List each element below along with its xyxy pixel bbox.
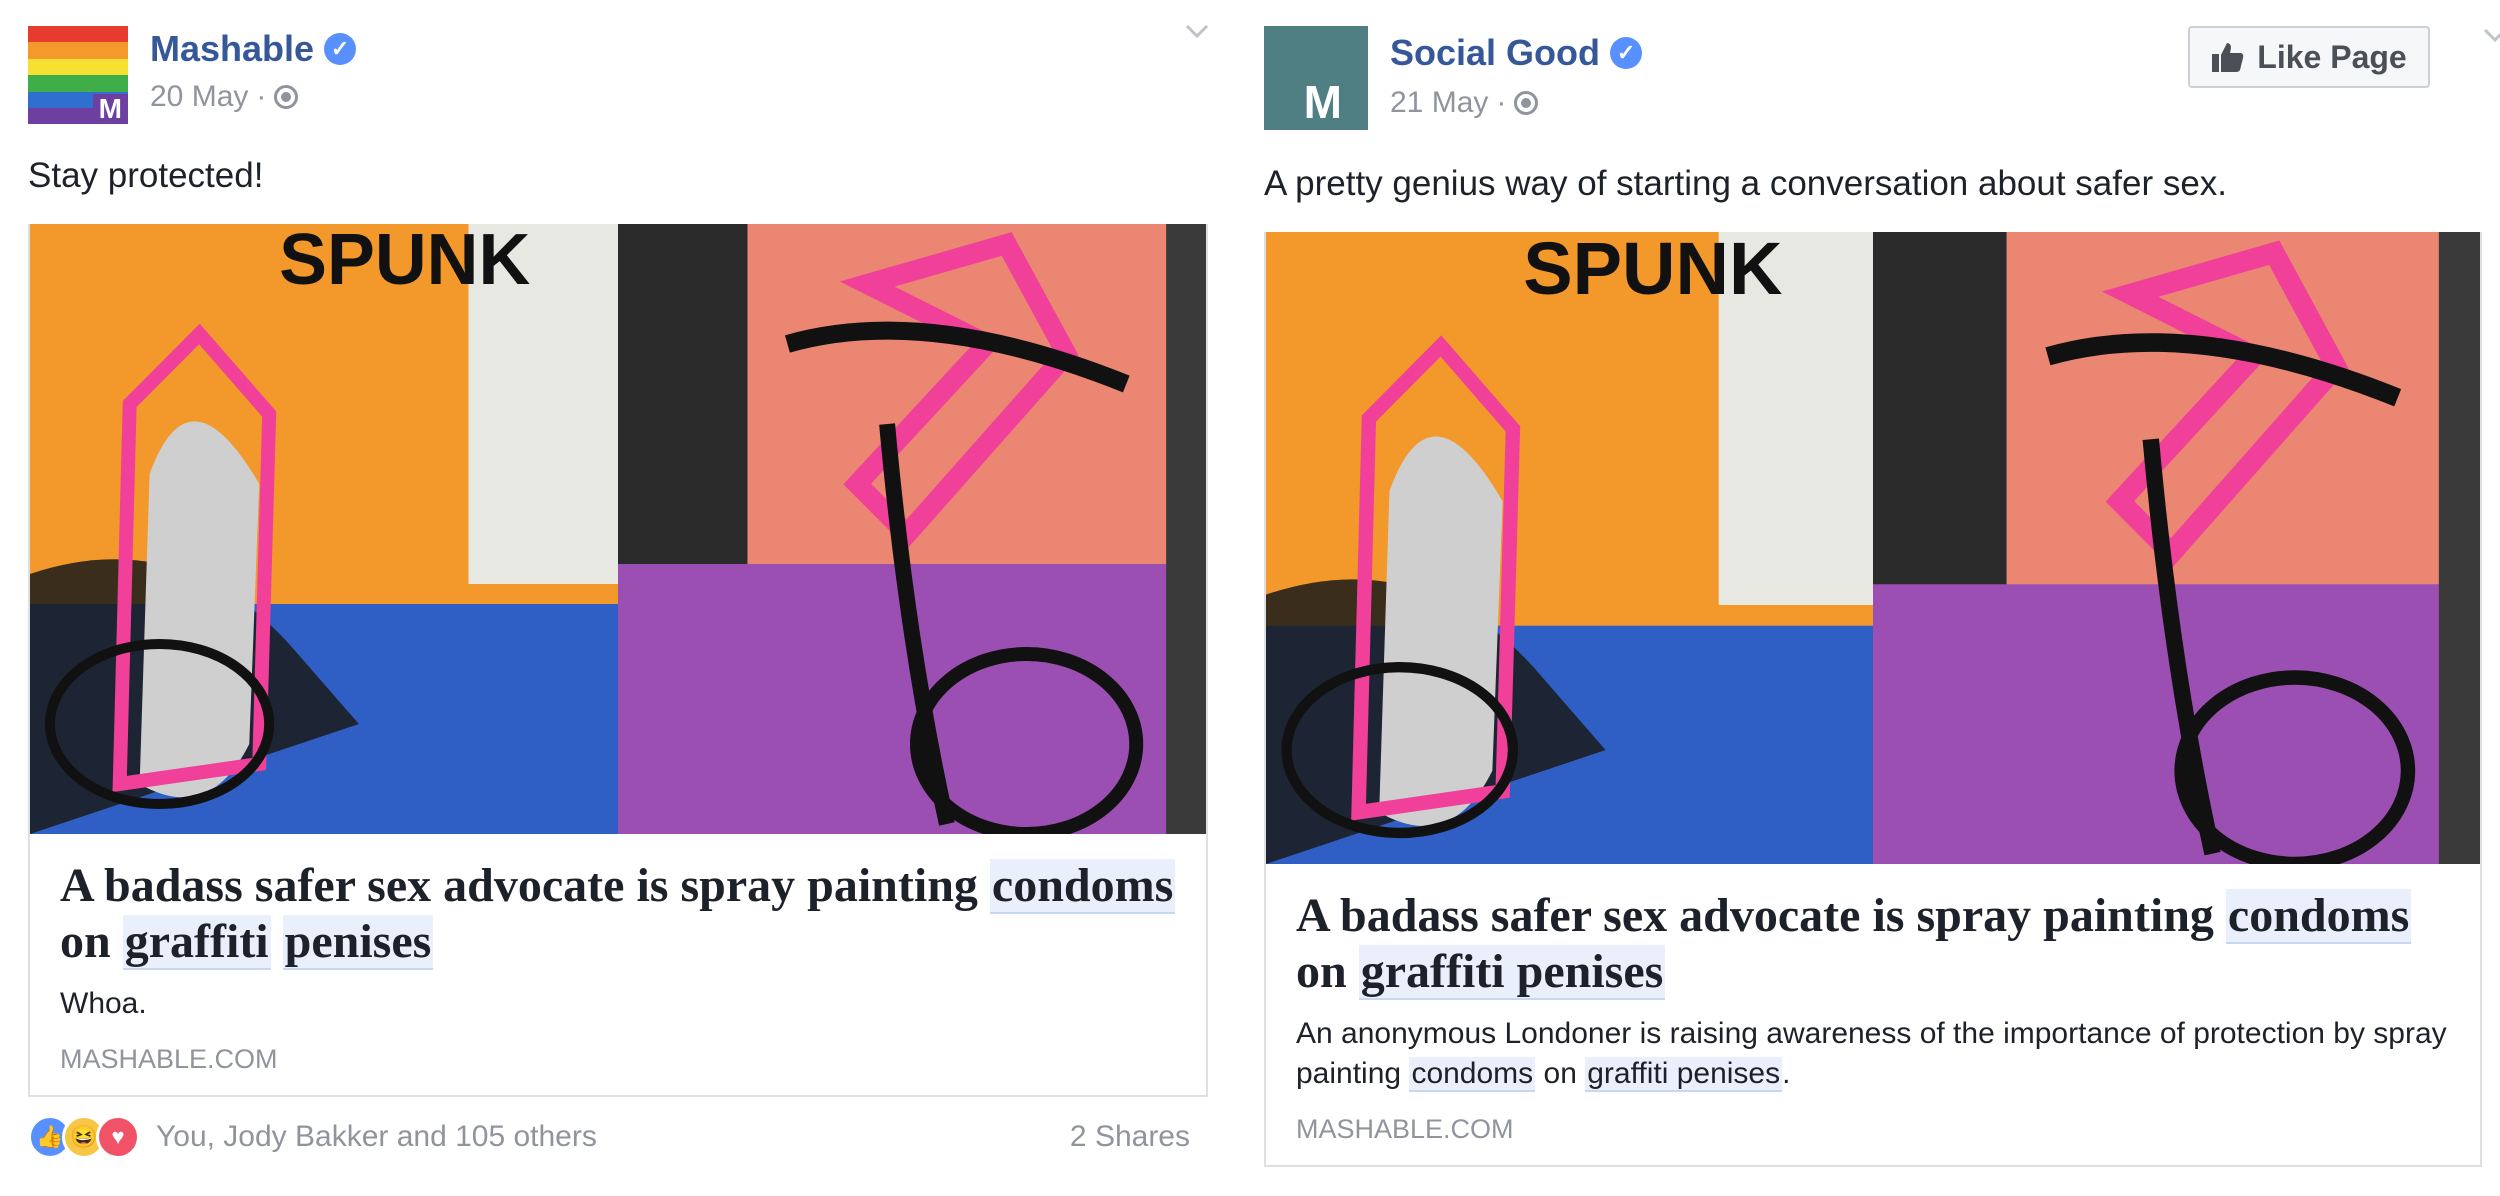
link-card-description: Whoa.	[60, 987, 147, 1020]
svg-text:SPUNK: SPUNK	[1523, 232, 1782, 310]
meta-separator: ·	[1496, 86, 1507, 119]
love-reaction-icon: ♥	[96, 1115, 140, 1159]
link-card-domain: MASHABLE.COM	[1296, 1114, 1514, 1144]
highlight-penises[interactable]: penises	[282, 915, 434, 970]
like-page-button[interactable]: Like Page	[2188, 26, 2430, 88]
page-avatar[interactable]: M	[28, 26, 128, 124]
verified-badge-icon: ✓	[324, 33, 357, 65]
link-card-body: A badass safer sex advocate is spray pai…	[1266, 864, 2480, 1165]
shares-count[interactable]: 2 Shares	[1070, 1120, 1190, 1154]
post-header: M Social Good ✓ 21 May · Like Page	[1264, 0, 2500, 150]
page-avatar[interactable]: M	[1264, 26, 1368, 130]
post-date[interactable]: 20 May	[150, 80, 248, 114]
post-social-good: M Social Good ✓ 21 May · Like Page A pre…	[1264, 0, 2500, 1167]
highlight-condoms[interactable]: condoms	[1409, 1057, 1536, 1092]
page-name-link[interactable]: Social Good ✓	[1390, 32, 1643, 74]
page-name[interactable]: Mashable	[150, 28, 314, 70]
post-footer: 👍 😆 ♥ You, Jody Bakker and 105 others 2 …	[28, 1097, 1208, 1177]
verified-badge-icon: ✓	[1610, 37, 1643, 69]
avatar-letter: M	[1303, 76, 1342, 128]
globe-icon	[1514, 91, 1539, 115]
highlight-graffiti-penises[interactable]: graffiti penises	[1358, 945, 1666, 1000]
link-card-image[interactable]: SPUNK	[30, 224, 1206, 834]
link-card-image[interactable]: SPUNK	[1266, 232, 2480, 864]
like-page-label: Like Page	[2257, 38, 2407, 75]
chevron-down-icon[interactable]	[2480, 20, 2500, 50]
page-name[interactable]: Social Good	[1390, 32, 1600, 74]
globe-icon	[274, 85, 299, 109]
link-card[interactable]: SPUNK A badass safer sex advocate is spr…	[28, 224, 1208, 1097]
chevron-down-icon[interactable]	[1182, 16, 1212, 46]
post-meta: 21 May ·	[1390, 86, 1539, 120]
post-meta: 20 May ·	[150, 80, 299, 114]
link-card-title[interactable]: A badass safer sex advocate is spray pai…	[1296, 888, 2450, 1000]
post-header: M Mashable ✓ 20 May ·	[28, 0, 1209, 150]
highlight-graffiti[interactable]: graffiti	[122, 915, 271, 970]
svg-text:SPUNK: SPUNK	[279, 224, 530, 300]
post-mashable: M Mashable ✓ 20 May · Stay protected! SP…	[28, 0, 1209, 1177]
link-card-description: An anonymous Londoner is raising awarene…	[1296, 1017, 2447, 1092]
link-card-body: A badass safer sex advocate is spray pai…	[30, 834, 1206, 1095]
avatar-letter: M	[92, 94, 128, 124]
reactions-summary[interactable]: You, Jody Bakker and 105 others	[156, 1120, 597, 1154]
highlight-condoms[interactable]: condoms	[989, 859, 1176, 914]
highlight-condoms[interactable]: condoms	[2225, 889, 2412, 944]
link-card-title[interactable]: A badass safer sex advocate is spray pai…	[60, 858, 1176, 970]
page-name-link[interactable]: Mashable ✓	[150, 28, 357, 70]
highlight-graffiti-penises[interactable]: graffiti penises	[1585, 1057, 1783, 1092]
link-card[interactable]: SPUNK A badass safer sex advocate is spr…	[1264, 232, 2482, 1167]
post-text: A pretty genius way of starting a conver…	[1264, 164, 2228, 203]
thumbs-up-icon	[2212, 43, 2244, 72]
meta-separator: ·	[256, 80, 267, 113]
post-text: Stay protected!	[28, 156, 264, 195]
reactions-icons[interactable]: 👍 😆 ♥	[28, 1115, 140, 1159]
post-date[interactable]: 21 May	[1390, 86, 1488, 120]
link-card-domain: MASHABLE.COM	[60, 1044, 278, 1074]
